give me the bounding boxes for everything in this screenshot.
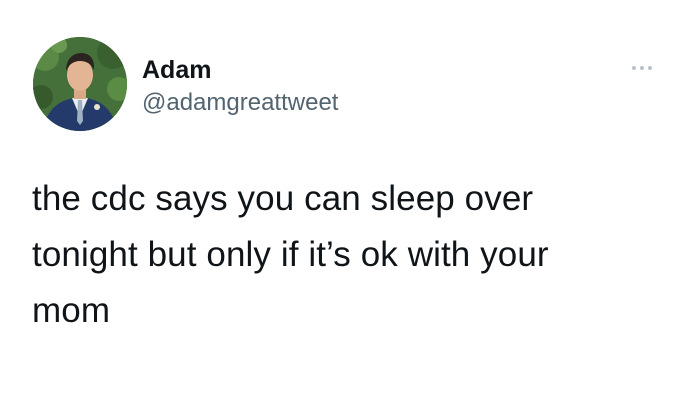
tweet-card: Adam @adamgreattweet the cdc says you ca… [0, 0, 690, 400]
more-options-button[interactable] [626, 58, 658, 78]
more-horizontal-icon-dot [648, 66, 652, 70]
tweet-text-line: the cdc says you can sleep over [32, 179, 534, 218]
tweet-text-line: tonight but only if it’s ok with your [32, 235, 549, 274]
avatar-image [33, 37, 127, 131]
more-horizontal-icon-dot [640, 66, 644, 70]
author-name[interactable]: Adam [142, 56, 211, 84]
tweet-text-line: mom [32, 291, 111, 330]
more-horizontal-icon [632, 66, 636, 70]
avatar[interactable] [33, 37, 127, 131]
tweet-text: the cdc says you can sleep over tonight … [32, 171, 672, 339]
author-handle[interactable]: @adamgreattweet [142, 89, 338, 117]
